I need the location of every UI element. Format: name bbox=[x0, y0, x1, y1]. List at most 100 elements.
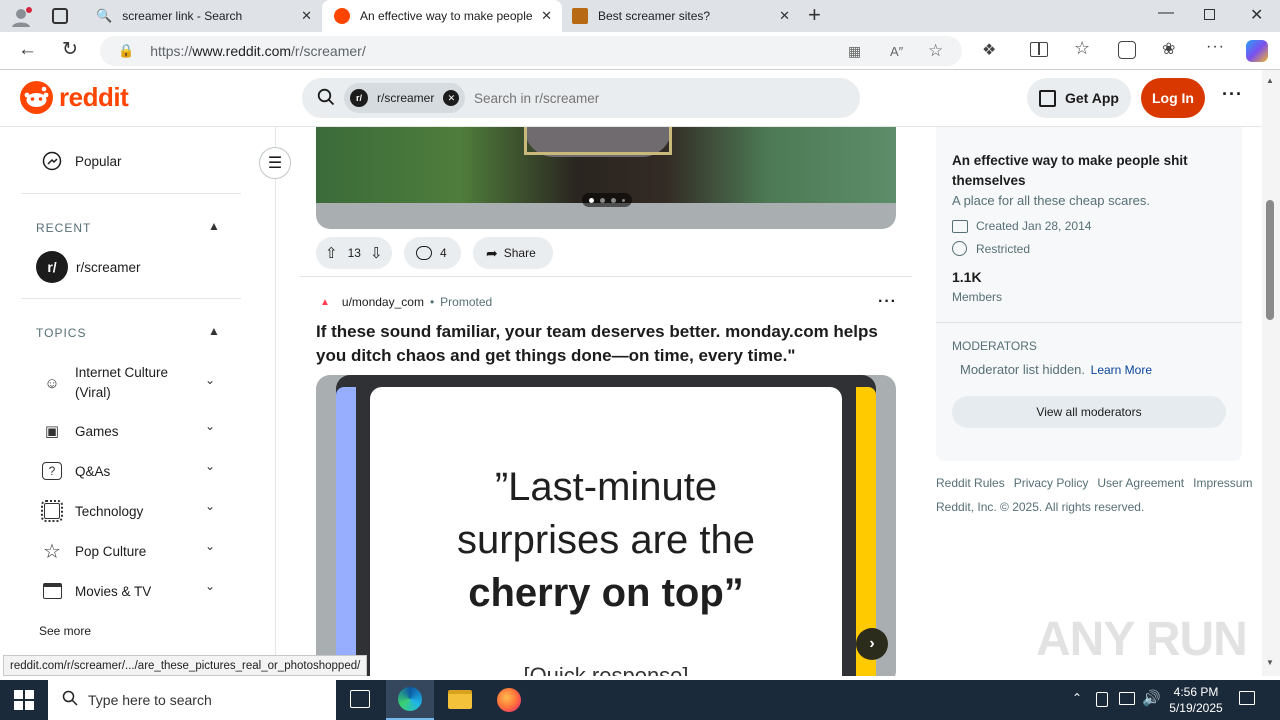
see-more-link[interactable]: See more bbox=[39, 624, 91, 638]
search-icon bbox=[62, 690, 78, 711]
new-tab-button[interactable]: + bbox=[808, 2, 821, 28]
tray-chevron-icon[interactable]: ⌃ bbox=[1072, 691, 1082, 705]
close-tab-icon[interactable]: ✕ bbox=[301, 8, 312, 24]
extensions-icon[interactable]: ❖ bbox=[982, 40, 996, 60]
subreddit-chip[interactable]: r/ r/screamer ✕ bbox=[344, 83, 466, 113]
ad-image[interactable]: ”Last-minute surprises are the cherry on… bbox=[316, 375, 896, 676]
split-screen-icon[interactable] bbox=[1030, 42, 1048, 57]
chevron-down-icon[interactable]: ⌄ bbox=[205, 459, 215, 473]
chevron-down-icon[interactable]: ⌄ bbox=[205, 539, 215, 553]
scroll-down-arrow[interactable]: ▼ bbox=[1266, 658, 1274, 667]
promoted-post-meta: ▲ u/monday_com • Promoted bbox=[320, 295, 492, 309]
refresh-icon[interactable]: ↻ bbox=[62, 38, 78, 61]
search-input[interactable] bbox=[474, 88, 834, 108]
tab-best-screamer[interactable]: Best screamer sites? ✕ bbox=[562, 0, 802, 32]
minimize-button[interactable]: — bbox=[1158, 4, 1174, 22]
favorites-icon[interactable]: ☆ bbox=[1074, 38, 1090, 59]
scrollbar-thumb[interactable] bbox=[1266, 200, 1274, 320]
author-link[interactable]: u/monday_com bbox=[342, 295, 424, 309]
start-button[interactable] bbox=[14, 690, 34, 710]
taskbar-search-placeholder: Type here to search bbox=[88, 692, 212, 708]
post-options-icon[interactable]: ··· bbox=[878, 293, 897, 311]
post-image-carousel[interactable] bbox=[316, 127, 896, 229]
collapse-sidebar-button[interactable]: ☰ bbox=[259, 147, 291, 179]
chevron-down-icon[interactable]: ⌄ bbox=[205, 373, 215, 387]
footer-link-agreement[interactable]: User Agreement bbox=[1097, 476, 1184, 490]
topic-movies-tv[interactable]: Movies & TV bbox=[40, 579, 151, 603]
share-button[interactable]: ➦ Share bbox=[473, 237, 553, 269]
more-menu-icon[interactable]: ··· bbox=[1206, 38, 1225, 56]
promoted-post-title[interactable]: If these sound familiar, your team deser… bbox=[316, 320, 906, 368]
reddit-logo[interactable]: reddit bbox=[20, 81, 129, 114]
page-scrollbar[interactable]: ▲ ▼ bbox=[1262, 70, 1280, 676]
topic-pop-culture[interactable]: ☆ Pop Culture bbox=[40, 539, 146, 563]
anyrun-watermark: ANY RUN bbox=[1036, 613, 1248, 666]
notification-icon[interactable] bbox=[1239, 691, 1255, 705]
clock[interactable]: 4:56 PM 5/19/2025 bbox=[1166, 684, 1226, 716]
topic-label: Pop Culture bbox=[75, 543, 147, 559]
task-view-icon[interactable] bbox=[350, 690, 370, 708]
remove-chip-icon[interactable]: ✕ bbox=[443, 90, 460, 106]
downvote-icon[interactable]: ⇩ bbox=[370, 244, 383, 262]
chevron-down-icon[interactable]: ⌄ bbox=[205, 579, 215, 593]
carousel-next-button[interactable]: › bbox=[856, 628, 888, 660]
topic-technology[interactable]: Technology bbox=[40, 499, 143, 523]
footer-link-impressum[interactable]: Impressum bbox=[1193, 476, 1252, 490]
learn-more-link[interactable]: Learn More bbox=[1091, 363, 1152, 377]
footer-link-privacy[interactable]: Privacy Policy bbox=[1014, 476, 1089, 490]
comment-icon bbox=[416, 246, 432, 260]
post-divider bbox=[300, 276, 912, 277]
recent-heading[interactable]: RECENT bbox=[36, 221, 91, 235]
topic-internet-culture[interactable]: ☺ Internet Culture (Viral) bbox=[40, 363, 168, 403]
read-aloud-icon[interactable]: A″ bbox=[890, 44, 903, 59]
browser-tab-bar: 🔍 screamer link - Search ✕ An effective … bbox=[0, 0, 1280, 32]
recent-collapse-icon[interactable]: ▲ bbox=[208, 219, 220, 233]
chevron-down-icon[interactable]: ⌄ bbox=[205, 499, 215, 513]
topic-games[interactable]: ▣ Games bbox=[40, 419, 119, 443]
volume-icon[interactable]: 🔊 bbox=[1142, 689, 1161, 707]
reddit-icon bbox=[334, 8, 350, 24]
overflow-menu-icon[interactable]: ··· bbox=[1222, 84, 1243, 105]
view-all-moderators-button[interactable]: View all moderators bbox=[952, 396, 1226, 428]
profile-icon[interactable] bbox=[10, 6, 32, 28]
url-field[interactable]: 🔒 https://www.reddit.com/r/screamer/ ▦ A… bbox=[100, 36, 962, 66]
tab-search[interactable]: 🔍 screamer link - Search ✕ bbox=[86, 0, 322, 32]
firefox-icon[interactable] bbox=[497, 688, 521, 712]
close-tab-icon[interactable]: ✕ bbox=[541, 8, 552, 24]
file-explorer-icon[interactable] bbox=[448, 690, 472, 709]
topics-heading[interactable]: TOPICS bbox=[36, 326, 86, 340]
taskbar-search-box[interactable]: Type here to search bbox=[48, 680, 336, 720]
title-line: you ditch chaos and get things done—on t… bbox=[316, 346, 796, 365]
footer-link-rules[interactable]: Reddit Rules bbox=[936, 476, 1005, 490]
nav-popular[interactable]: Popular bbox=[40, 149, 122, 173]
restore-button[interactable] bbox=[1204, 9, 1215, 20]
chevron-down-icon[interactable]: ⌄ bbox=[205, 419, 215, 433]
topics-collapse-icon[interactable]: ▲ bbox=[208, 324, 220, 338]
search-bar[interactable]: r/ r/screamer ✕ bbox=[302, 78, 860, 118]
scroll-up-arrow[interactable]: ▲ bbox=[1266, 76, 1274, 85]
carousel-dots[interactable] bbox=[582, 193, 632, 207]
copilot-icon[interactable] bbox=[1246, 40, 1268, 62]
edge-taskbar-icon[interactable] bbox=[386, 680, 434, 720]
topic-label: Movies & TV bbox=[75, 583, 152, 599]
divider bbox=[21, 298, 241, 299]
ad-line: surprises are the bbox=[457, 518, 755, 562]
close-window-button[interactable]: ✕ bbox=[1250, 5, 1263, 25]
topic-qas[interactable]: ? Q&As bbox=[40, 459, 110, 483]
upvote-icon[interactable]: ⇧ bbox=[325, 244, 338, 262]
close-tab-icon[interactable]: ✕ bbox=[779, 8, 790, 24]
network-icon[interactable] bbox=[1119, 692, 1135, 705]
tray-device-icon[interactable] bbox=[1096, 692, 1108, 707]
apps-icon[interactable]: ▦ bbox=[848, 43, 861, 60]
back-icon[interactable]: ← bbox=[18, 39, 37, 61]
get-app-button[interactable]: Get App bbox=[1027, 78, 1131, 118]
comments-button[interactable]: 4 bbox=[404, 237, 461, 269]
performance-icon[interactable]: ❀ bbox=[1162, 39, 1175, 59]
login-button[interactable]: Log In bbox=[1141, 78, 1205, 118]
lock-icon: 🔒 bbox=[118, 43, 135, 58]
favorite-star-icon[interactable]: ☆ bbox=[928, 41, 943, 61]
tab-actions-icon[interactable] bbox=[52, 8, 68, 24]
recent-item-screamer[interactable]: r/ r/screamer bbox=[36, 251, 141, 283]
collections-icon[interactable] bbox=[1118, 41, 1136, 59]
tab-reddit[interactable]: An effective way to make people ✕ bbox=[322, 0, 562, 32]
